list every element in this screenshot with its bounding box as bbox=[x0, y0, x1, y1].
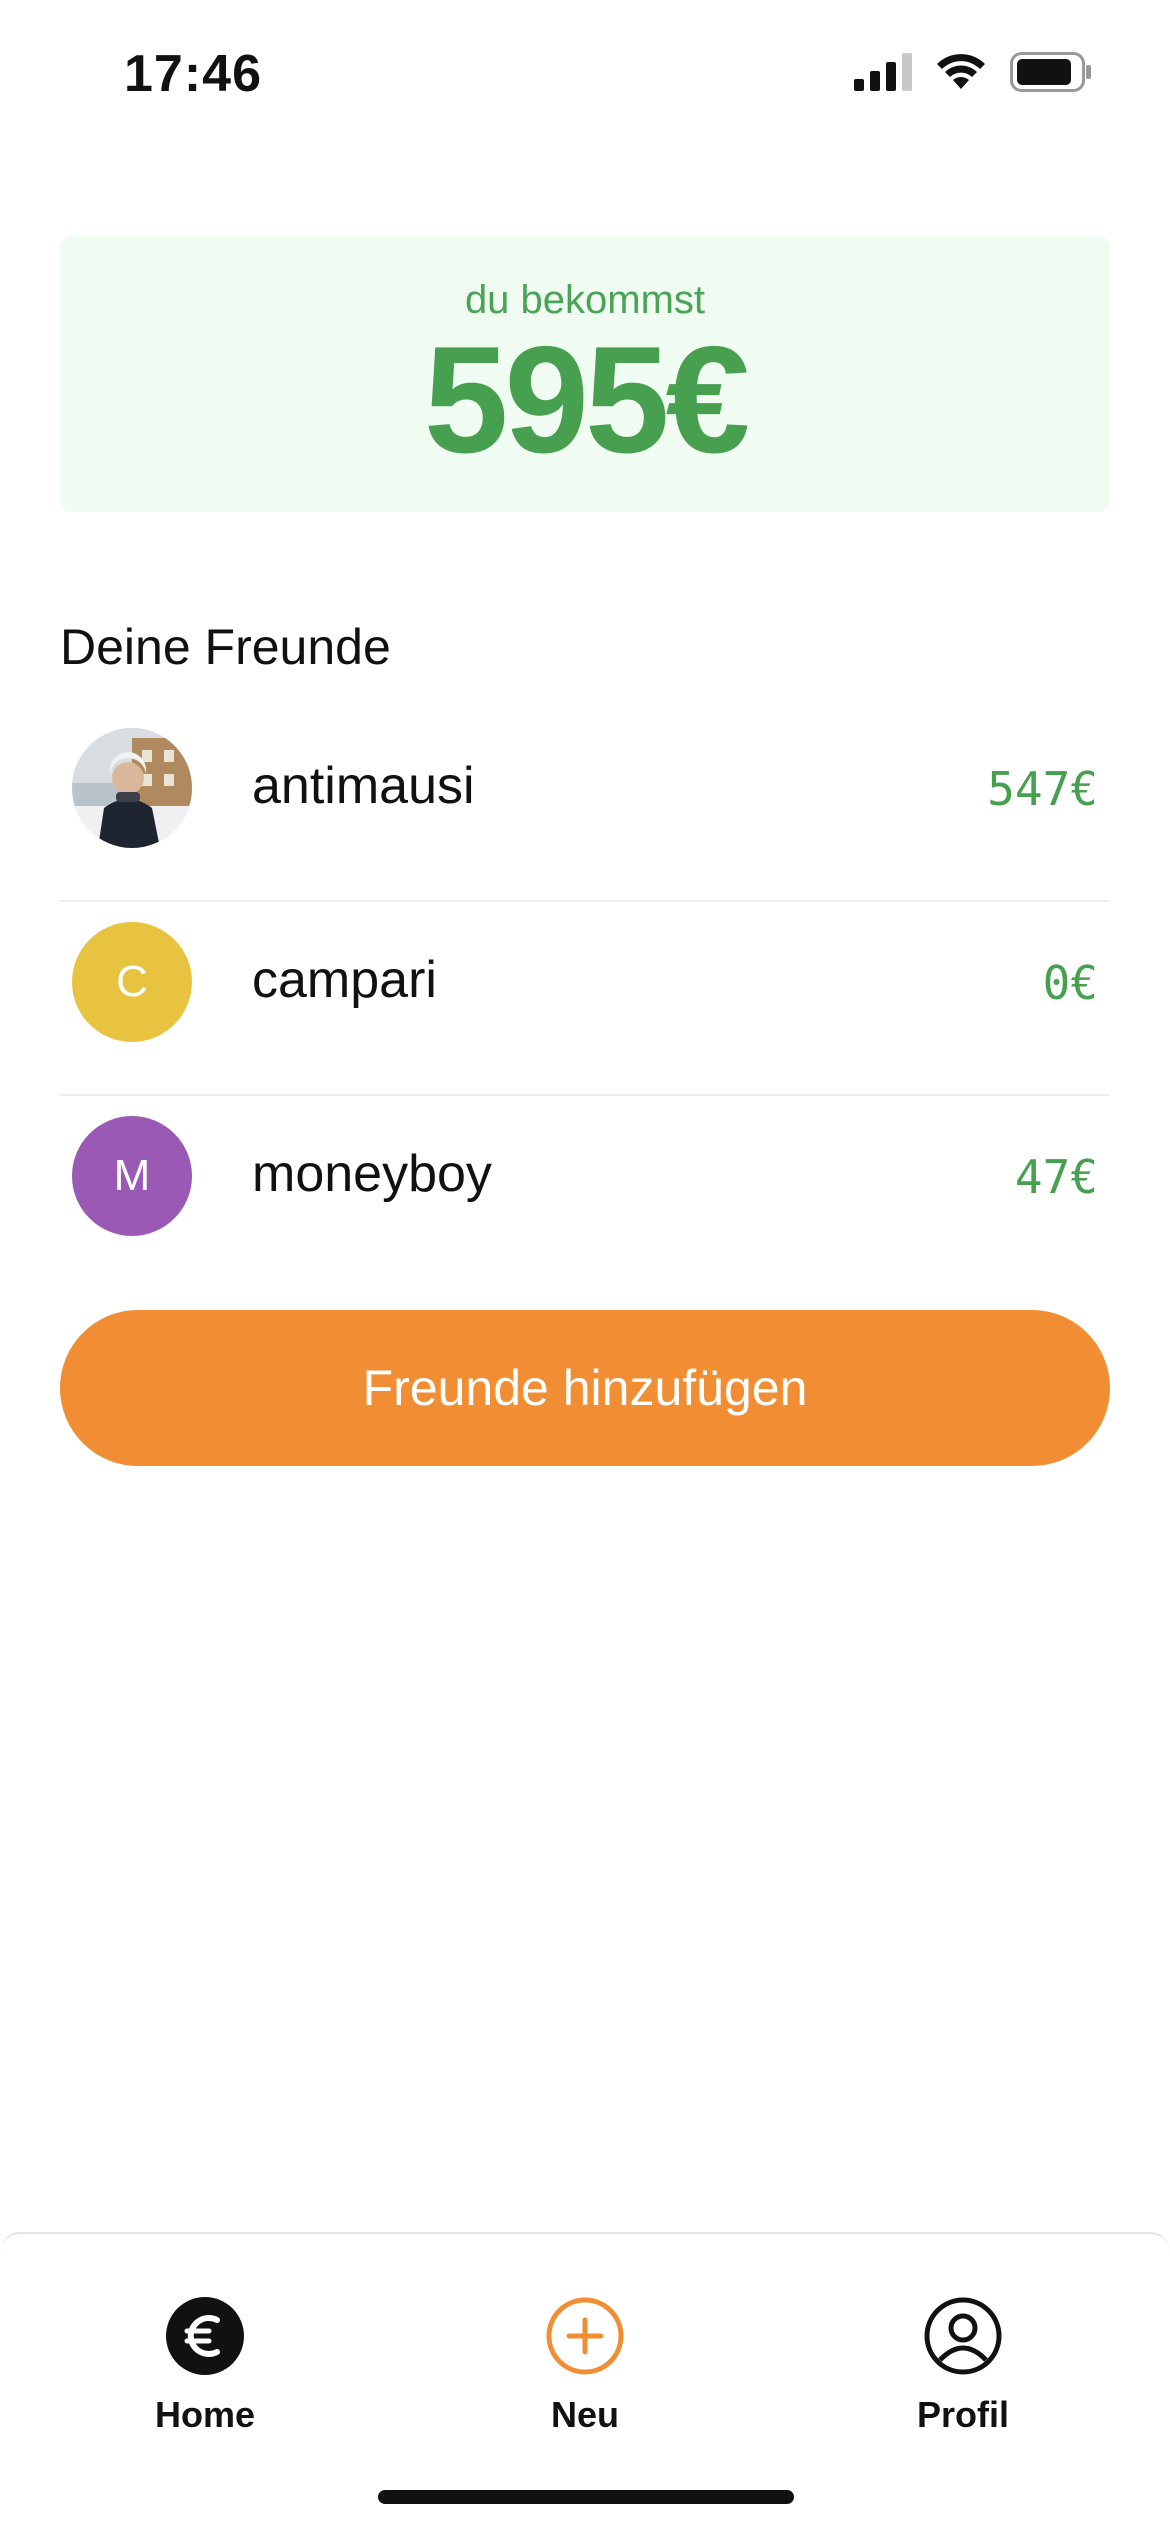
home-indicator bbox=[378, 2490, 794, 2504]
friend-name: moneyboy bbox=[252, 1145, 492, 1203]
battery-icon bbox=[1010, 52, 1092, 97]
avatar-letter: C bbox=[72, 922, 192, 1042]
friend-name: antimausi bbox=[252, 757, 475, 815]
avatar-photo bbox=[72, 728, 192, 848]
friend-row-moneyboy[interactable]: M moneyboy 47€ bbox=[60, 1096, 1110, 1290]
balance-card: du bekommst 595€ bbox=[60, 236, 1110, 512]
status-bar: 17:46 bbox=[0, 0, 1170, 150]
bottom-navigation: Home Neu Profil bbox=[0, 2232, 1170, 2532]
nav-label: Home bbox=[154, 2394, 256, 2435]
friend-amount: 0€ bbox=[1042, 956, 1098, 1010]
nav-item-neu[interactable]: Neu bbox=[465, 2296, 705, 2436]
friends-section-title: Deine Freunde bbox=[60, 619, 391, 675]
friend-amount: 47€ bbox=[1014, 1150, 1098, 1204]
nav-item-profil[interactable]: Profil bbox=[843, 2296, 1083, 2436]
friends-list: antimausi 547€ C campari 0€ M moneyboy 4… bbox=[60, 708, 1110, 1290]
friend-name: campari bbox=[252, 951, 437, 1009]
friend-row-campari[interactable]: C campari 0€ bbox=[60, 902, 1110, 1096]
status-time: 17:46 bbox=[124, 45, 262, 103]
friend-amount: 547€ bbox=[987, 762, 1098, 816]
euro-circle-icon bbox=[165, 2296, 245, 2376]
nav-label: Profil bbox=[916, 2394, 1009, 2435]
friend-row-antimausi[interactable]: antimausi 547€ bbox=[60, 708, 1110, 902]
cellular-signal-icon bbox=[854, 53, 912, 96]
add-friends-button[interactable]: Freunde hinzufügen bbox=[60, 1310, 1110, 1466]
wifi-icon bbox=[936, 53, 986, 96]
nav-item-home[interactable]: Home bbox=[85, 2296, 325, 2436]
avatar-letter: M bbox=[72, 1116, 192, 1236]
balance-amount: 595€ bbox=[423, 315, 750, 485]
plus-circle-icon bbox=[545, 2296, 625, 2376]
user-circle-icon bbox=[923, 2296, 1003, 2376]
status-icons bbox=[854, 52, 1092, 97]
nav-label: Neu bbox=[550, 2394, 619, 2435]
